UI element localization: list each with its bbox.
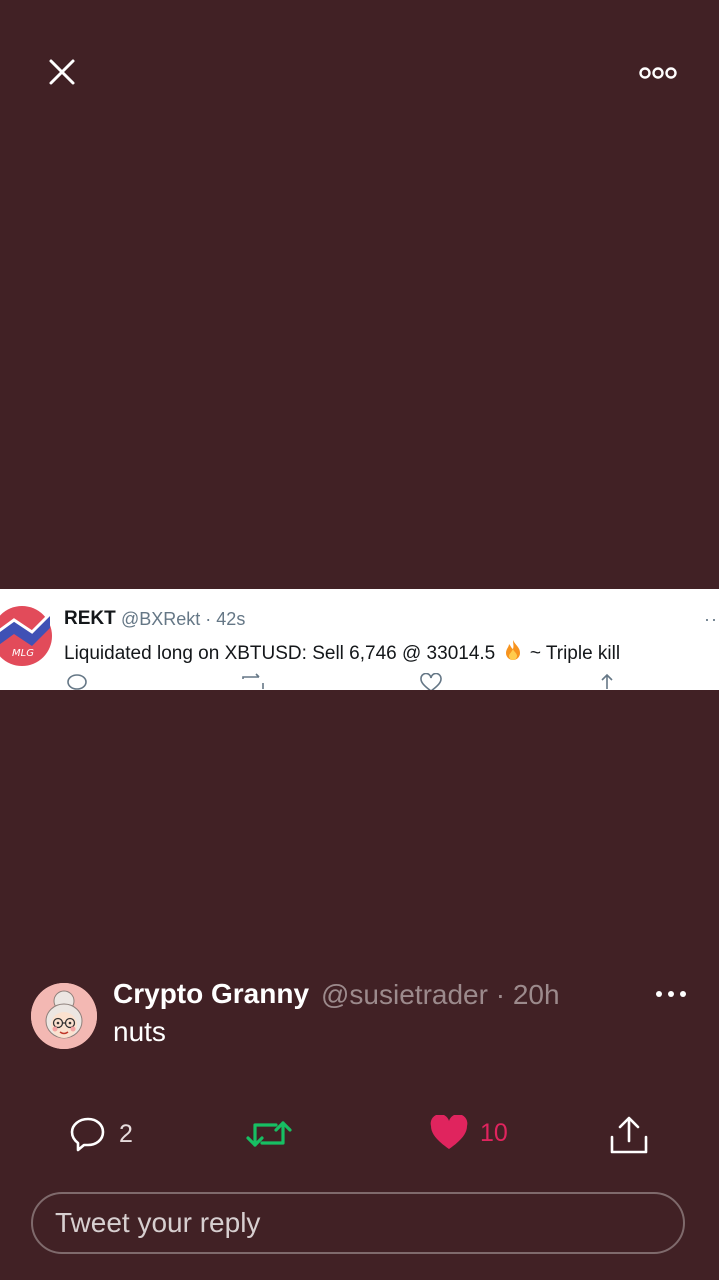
like-button[interactable]: 10 bbox=[430, 1115, 508, 1151]
close-icon bbox=[49, 59, 75, 85]
heart-filled-icon bbox=[430, 1115, 468, 1149]
like-count: 10 bbox=[480, 1118, 508, 1147]
svg-text:MLG: MLG bbox=[12, 648, 34, 659]
embedded-tweet-text: Liquidated long on XBTUSD: Sell 6,746 @ … bbox=[64, 638, 620, 665]
share-icon bbox=[610, 1116, 648, 1154]
rekt-logo-icon: MLG bbox=[0, 606, 52, 666]
author-handle[interactable]: @susietrader · 20h bbox=[321, 979, 560, 1011]
tweet-more-button[interactable] bbox=[655, 985, 687, 1003]
reply-button[interactable]: 2 bbox=[69, 1115, 133, 1153]
embedded-more-icon: ·· bbox=[704, 609, 718, 629]
avatar[interactable] bbox=[31, 983, 97, 1049]
embedded-author-handle: @BXRekt · 42s bbox=[121, 609, 246, 629]
tweet-text: nuts bbox=[113, 1016, 166, 1047]
share-button[interactable] bbox=[608, 1115, 650, 1155]
share-icon bbox=[601, 673, 613, 689]
author-name[interactable]: Crypto Granny bbox=[113, 978, 309, 1010]
retweet-icon bbox=[246, 1121, 292, 1147]
embedded-author-name: REKT bbox=[64, 608, 116, 629]
reply-icon bbox=[70, 1117, 105, 1152]
media-image[interactable]: MLG REKT @BXRekt · 42s ·· Liquidated lon… bbox=[0, 589, 719, 690]
retweet-icon bbox=[242, 673, 264, 689]
tweet-actions: 2 10 bbox=[0, 1115, 719, 1161]
like-icon bbox=[420, 673, 442, 690]
more-options-button[interactable] bbox=[636, 58, 680, 88]
granny-avatar-icon bbox=[31, 983, 97, 1049]
reply-input[interactable]: Tweet your reply bbox=[31, 1192, 685, 1254]
fire-icon bbox=[505, 640, 520, 660]
more-horizontal-icon bbox=[639, 67, 677, 79]
reply-count: 2 bbox=[119, 1119, 133, 1148]
more-horizontal-icon bbox=[656, 991, 686, 997]
retweet-button[interactable] bbox=[246, 1115, 304, 1153]
reply-icon bbox=[67, 674, 87, 690]
top-bar bbox=[0, 0, 719, 140]
close-button[interactable] bbox=[42, 52, 82, 92]
